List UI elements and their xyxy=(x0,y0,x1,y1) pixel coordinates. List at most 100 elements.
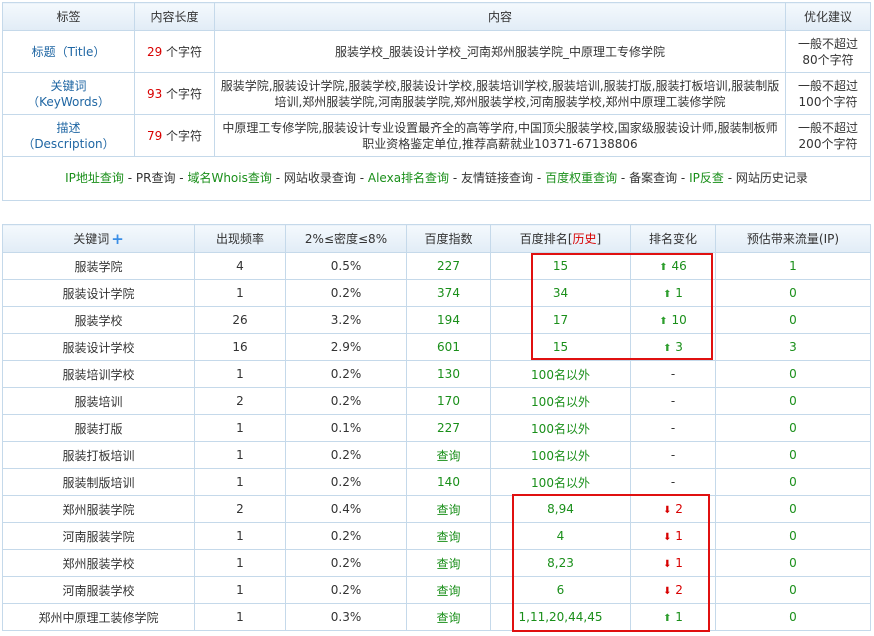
link-separator: - xyxy=(727,171,733,185)
meta-label: 标题（Title） xyxy=(2,30,135,73)
meta-label-line[interactable]: 标题（Title） xyxy=(3,44,134,60)
header-density: 2%≤密度≤8% xyxy=(285,224,407,253)
density-cell: 0.2% xyxy=(285,468,407,496)
rank-change-value: 2 xyxy=(675,502,683,516)
meta-content: 服装学校_服装设计学校_河南郑州服装学院_中原理工专修学院 xyxy=(214,30,786,73)
keyword-cell: 服装设计学校 xyxy=(2,333,195,361)
density-cell: 0.3% xyxy=(285,603,407,631)
frequency-cell: 1 xyxy=(194,441,286,469)
meta-suggest: 一般不超过 100个字符 xyxy=(785,72,871,115)
suggest-line: 一般不超过 xyxy=(797,36,858,51)
baidu-index-query-link[interactable]: 查询 xyxy=(406,522,491,550)
traffic-cell: 0 xyxy=(715,468,871,496)
link-separator: - xyxy=(127,171,133,185)
meta-label-line[interactable]: （Description） xyxy=(3,136,134,152)
meta-length: 93 个字符 xyxy=(134,72,215,115)
baidu-rank-cell: 15 xyxy=(490,252,631,280)
arrow-up-icon: ⬆ xyxy=(659,262,668,273)
keyword-cell: 服装设计学院 xyxy=(2,279,195,307)
meta-label-line[interactable]: 描述 xyxy=(3,120,134,136)
baidu-rank-cell: 4 xyxy=(490,522,631,550)
baidu-index-query-link[interactable]: 查询 xyxy=(406,603,491,631)
keyword-cell: 服装学院 xyxy=(2,252,195,280)
density-cell: 0.2% xyxy=(285,576,407,604)
frequency-cell: 1 xyxy=(194,576,286,604)
frequency-cell: 1 xyxy=(194,360,286,388)
arrow-down-icon: ⬇ xyxy=(663,532,672,543)
baidu-index-cell: 601 xyxy=(406,333,491,361)
rank-change-value: - xyxy=(670,475,676,489)
keyword-row: 郑州中原理工装修学院 1 0.3% 查询 1,11,20,44,45 ⬆ 10 xyxy=(2,603,871,631)
rank-change-cell: ⬇ 1 xyxy=(630,522,716,550)
suggest-line: 200个字符 xyxy=(798,136,858,151)
frequency-cell: 4 xyxy=(194,252,286,280)
keyword-row: 服装培训学校 1 0.2% 130 100名以外 - 0 xyxy=(2,360,871,388)
tool-link[interactable]: 网站历史记录 xyxy=(736,171,808,185)
keyword-table: 关键词 + 出现频率 2%≤密度≤8% 百度指数 百度排名[历史] 排名变化 预估… xyxy=(2,224,871,631)
tool-link[interactable]: 备案查询 xyxy=(629,171,677,185)
header-baidu-index: 百度指数 xyxy=(406,224,491,253)
traffic-cell: 0 xyxy=(715,522,871,550)
tool-link[interactable]: IP地址查询 xyxy=(65,171,124,185)
traffic-cell: 0 xyxy=(715,387,871,415)
baidu-rank-cell: 17 xyxy=(490,306,631,334)
link-separator: - xyxy=(452,171,458,185)
traffic-cell: 0 xyxy=(715,495,871,523)
tool-link[interactable]: IP反查 xyxy=(689,171,724,185)
link-separator: - xyxy=(359,171,365,185)
arrow-down-icon: ⬇ xyxy=(663,505,672,516)
rank-change-value: - xyxy=(670,394,676,408)
suggest-line: 100个字符 xyxy=(798,94,858,109)
baidu-rank-cell: 100名以外 xyxy=(490,468,631,496)
rank-change-cell: - xyxy=(630,414,716,442)
rank-change-value: 46 xyxy=(671,259,687,273)
header-label: 标签 xyxy=(2,2,135,31)
traffic-cell: 0 xyxy=(715,603,871,631)
rank-change-value: - xyxy=(670,448,676,462)
tool-link[interactable]: 网站收录查询 xyxy=(284,171,356,185)
history-link[interactable]: 历史 xyxy=(573,232,597,246)
keyword-header-row: 关键词 + 出现频率 2%≤密度≤8% 百度指数 百度排名[历史] 排名变化 预估… xyxy=(2,224,871,253)
density-cell: 0.2% xyxy=(285,522,407,550)
rank-change-cell: - xyxy=(630,360,716,388)
meta-length: 79 个字符 xyxy=(134,114,215,157)
meta-label-line[interactable]: 关键词 xyxy=(3,78,134,94)
history-bracket: ] xyxy=(596,232,602,246)
baidu-rank-cell: 8,23 xyxy=(490,549,631,577)
traffic-cell: 3 xyxy=(715,333,871,361)
rank-change-value: 10 xyxy=(671,313,687,327)
frequency-cell: 1 xyxy=(194,468,286,496)
keyword-row: 服装制版培训 1 0.2% 140 100名以外 - 0 xyxy=(2,468,871,496)
baidu-index-query-link[interactable]: 查询 xyxy=(406,495,491,523)
tool-link[interactable]: 百度权重查询 xyxy=(545,171,617,185)
frequency-cell: 2 xyxy=(194,387,286,415)
frequency-cell: 1 xyxy=(194,522,286,550)
rank-change-cell: - xyxy=(630,387,716,415)
traffic-cell: 0 xyxy=(715,576,871,604)
header-suggest: 优化建议 xyxy=(785,2,871,31)
keyword-row: 服装设计学院 1 0.2% 374 34 ⬆ 10 xyxy=(2,279,871,307)
tool-link[interactable]: Alexa排名查询 xyxy=(368,171,449,185)
traffic-cell: 0 xyxy=(715,414,871,442)
tool-link[interactable]: PR查询 xyxy=(136,171,176,185)
meta-length: 29 个字符 xyxy=(134,30,215,73)
baidu-index-query-link[interactable]: 查询 xyxy=(406,576,491,604)
baidu-index-query-link[interactable]: 查询 xyxy=(406,549,491,577)
baidu-index-query-link[interactable]: 查询 xyxy=(406,441,491,469)
suggest-line: 80个字符 xyxy=(802,52,854,67)
plus-icon[interactable]: + xyxy=(111,232,124,247)
arrow-up-icon: ⬆ xyxy=(663,343,672,354)
keyword-cell: 服装打版 xyxy=(2,414,195,442)
rank-change-cell: ⬆ 3 xyxy=(630,333,716,361)
rank-change-cell: ⬆ 46 xyxy=(630,252,716,280)
arrow-up-icon: ⬆ xyxy=(663,613,672,624)
baidu-rank-cell: 1,11,20,44,45 xyxy=(490,603,631,631)
baidu-rank-cell: 34 xyxy=(490,279,631,307)
tool-link[interactable]: 域名Whois查询 xyxy=(187,171,271,185)
meta-header-row: 标签 内容长度 内容 优化建议 xyxy=(2,2,871,31)
rank-change-cell: ⬇ 2 xyxy=(630,576,716,604)
meta-suggest: 一般不超过 200个字符 xyxy=(785,114,871,157)
baidu-rank-cell: 100名以外 xyxy=(490,387,631,415)
meta-label-line[interactable]: （KeyWords） xyxy=(3,94,134,110)
tool-link[interactable]: 友情链接查询 xyxy=(461,171,533,185)
